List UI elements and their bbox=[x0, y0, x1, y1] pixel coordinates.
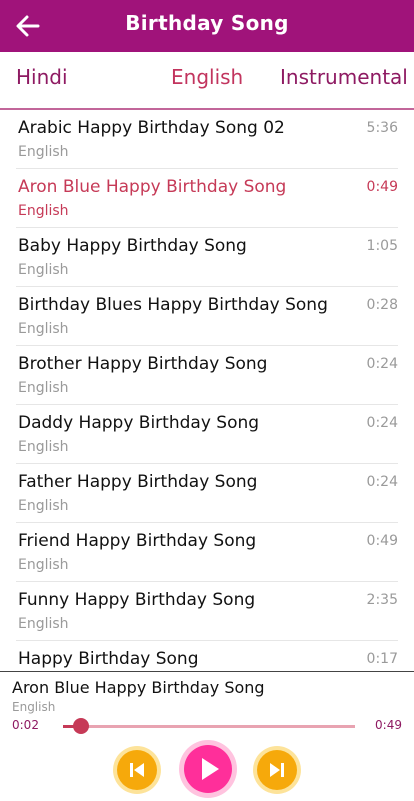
song-row[interactable]: Friend Happy Birthday Song English 0:49 bbox=[16, 523, 398, 582]
song-title: Daddy Happy Birthday Song bbox=[18, 413, 260, 433]
song-row[interactable]: Birthday Blues Happy Birthday Song Engli… bbox=[16, 287, 398, 346]
song-row[interactable]: Baby Happy Birthday Song English 1:05 bbox=[16, 228, 398, 287]
tab-hindi[interactable]: Hindi bbox=[16, 65, 68, 89]
song-title: Happy Birthday Song bbox=[18, 649, 199, 669]
song-language: English bbox=[18, 380, 69, 396]
seek-thumb[interactable] bbox=[72, 718, 89, 734]
previous-button[interactable] bbox=[117, 750, 157, 790]
now-playing-title: Aron Blue Happy Birthday Song bbox=[12, 678, 265, 697]
now-playing-language: English bbox=[12, 700, 56, 714]
song-language: English bbox=[18, 557, 69, 573]
next-icon bbox=[270, 763, 284, 777]
app-bar: Birthday Song bbox=[0, 0, 414, 52]
song-duration: 0:24 bbox=[366, 474, 398, 490]
next-button[interactable] bbox=[257, 750, 297, 790]
previous-icon bbox=[130, 763, 144, 777]
song-title: Friend Happy Birthday Song bbox=[18, 531, 257, 551]
song-language: English bbox=[18, 321, 69, 337]
page-title: Birthday Song bbox=[125, 11, 289, 35]
song-language: English bbox=[18, 203, 69, 219]
total-time: 0:49 bbox=[375, 718, 402, 732]
song-row[interactable]: Funny Happy Birthday Song English 2:35 bbox=[16, 582, 398, 641]
song-duration: 0:49 bbox=[366, 533, 398, 549]
song-title: Birthday Blues Happy Birthday Song bbox=[18, 295, 328, 315]
song-duration: 0:24 bbox=[366, 415, 398, 431]
song-row[interactable]: Arabic Happy Birthday Song 02 English 5:… bbox=[16, 110, 398, 169]
song-language: English bbox=[18, 439, 69, 455]
song-row-active[interactable]: Aron Blue Happy Birthday Song English 0:… bbox=[16, 169, 398, 228]
song-list: Arabic Happy Birthday Song 02 English 5:… bbox=[0, 110, 414, 670]
song-row[interactable]: Brother Happy Birthday Song English 0:24 bbox=[16, 346, 398, 405]
tab-bar: Hindi English Instrumental bbox=[0, 52, 414, 110]
song-title: Funny Happy Birthday Song bbox=[18, 590, 256, 610]
song-duration: 5:36 bbox=[366, 120, 398, 136]
song-duration: 0:28 bbox=[366, 297, 398, 313]
song-row[interactable]: Daddy Happy Birthday Song English 0:24 bbox=[16, 405, 398, 464]
song-duration: 0:24 bbox=[366, 356, 398, 372]
song-row[interactable]: Happy Birthday Song 0:17 bbox=[16, 641, 398, 670]
play-icon bbox=[202, 758, 219, 780]
song-title: Brother Happy Birthday Song bbox=[18, 354, 268, 374]
song-row[interactable]: Father Happy Birthday Song English 0:24 bbox=[16, 464, 398, 523]
seek-bar[interactable] bbox=[63, 718, 355, 734]
song-language: English bbox=[18, 616, 69, 632]
song-language: English bbox=[18, 262, 69, 278]
song-title: Aron Blue Happy Birthday Song bbox=[18, 177, 287, 197]
tab-instrumental[interactable]: Instrumental bbox=[280, 65, 408, 89]
play-button[interactable] bbox=[184, 745, 232, 793]
song-title: Father Happy Birthday Song bbox=[18, 472, 258, 492]
song-duration: 0:17 bbox=[366, 651, 398, 667]
tab-english[interactable]: English bbox=[171, 65, 243, 89]
song-duration: 0:49 bbox=[366, 179, 398, 195]
song-language: English bbox=[18, 144, 69, 160]
song-language: English bbox=[18, 498, 69, 514]
now-playing-bar: Aron Blue Happy Birthday Song English 0:… bbox=[0, 671, 414, 801]
song-duration: 2:35 bbox=[366, 592, 398, 608]
song-duration: 1:05 bbox=[366, 238, 398, 254]
song-title: Baby Happy Birthday Song bbox=[18, 236, 247, 256]
song-title: Arabic Happy Birthday Song 02 bbox=[18, 118, 285, 138]
elapsed-time: 0:02 bbox=[12, 718, 39, 732]
